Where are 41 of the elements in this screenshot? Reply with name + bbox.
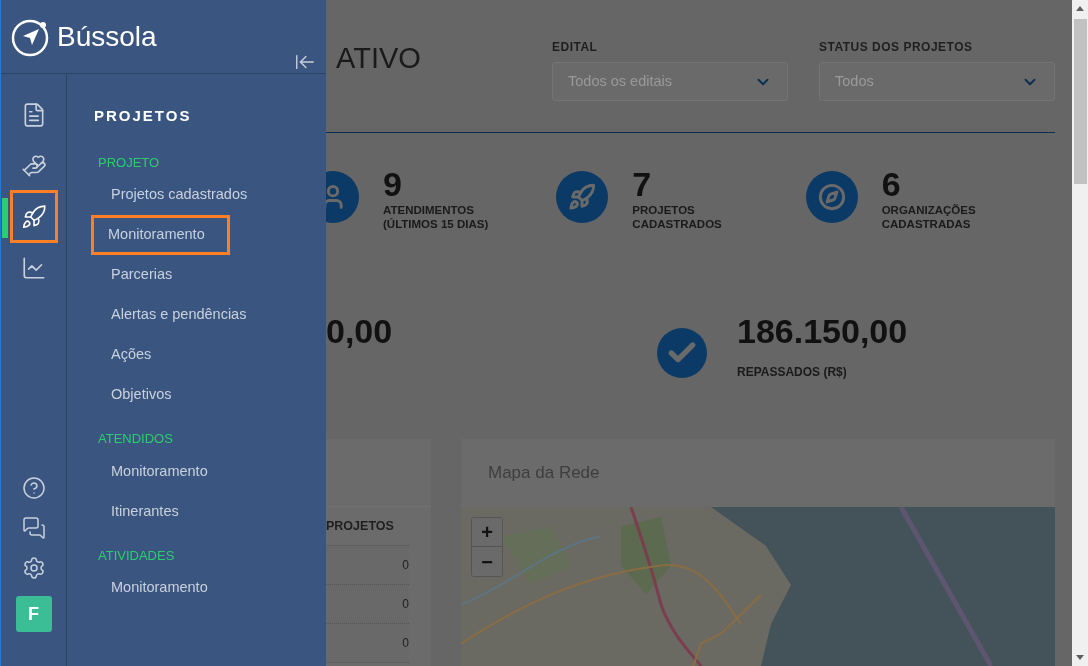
- rocket-icon: [556, 171, 609, 223]
- stat-value: 9: [383, 165, 403, 203]
- menu-section-title: PROJETO: [97, 153, 161, 172]
- chat-icon[interactable]: [21, 516, 46, 540]
- menu-item[interactable]: Ações: [94, 335, 165, 375]
- help-icon[interactable]: [21, 476, 46, 500]
- active-indicator: [2, 198, 8, 238]
- menu-section-title: ATENDIDOS: [97, 430, 174, 448]
- scroll-down-icon: [1076, 655, 1084, 660]
- menu-item[interactable]: Alertas e pendências: [94, 295, 260, 335]
- zoom-out-button[interactable]: −: [472, 547, 502, 576]
- logo-icon: [11, 17, 51, 57]
- compass-icon: [805, 171, 858, 223]
- stat-value: 6: [881, 165, 902, 203]
- settings-icon[interactable]: [21, 556, 46, 580]
- stat-label: ATENDIMENTOS (ÚLTIMOS 15 DIAS): [383, 203, 490, 231]
- menu-item[interactable]: Objetivos: [94, 375, 185, 415]
- menu-section-title: ATIVIDADES: [97, 546, 176, 565]
- filter-label: EDITAL: [552, 39, 599, 56]
- scroll-up-icon: [1076, 6, 1084, 11]
- filter-label: STATUS DOS PROJETOS: [819, 39, 974, 56]
- menu-item[interactable]: Parcerias: [94, 255, 186, 295]
- total-value: 0,00: [326, 312, 393, 350]
- scrollbar-thumb[interactable]: [1073, 19, 1087, 184]
- menu-item[interactable]: Projetos cadastrados: [94, 175, 261, 215]
- menu-title: PROJETOS: [94, 106, 193, 126]
- scrollbar[interactable]: [1072, 0, 1088, 666]
- zoom-in-button[interactable]: +: [472, 518, 502, 547]
- menu-item[interactable]: Monitoramento: [91, 215, 230, 255]
- total-label: REPASSADOS (R$): [737, 364, 848, 381]
- menu-item[interactable]: Monitoramento: [94, 451, 221, 492]
- total-value: 186.150,00: [737, 314, 908, 348]
- page-title: ATIVO: [336, 44, 421, 73]
- brand-name: Bússola: [57, 23, 157, 51]
- stat-label: PROJETOS CADASTRADOS: [632, 203, 723, 231]
- menu-item[interactable]: Itinerantes: [94, 491, 192, 532]
- stat-label: ORGANIZAÇÕES CADASTRADAS: [881, 203, 977, 231]
- stat-value: 7: [632, 165, 653, 203]
- rocket-icon[interactable]: [9, 190, 58, 243]
- check-icon: [657, 328, 707, 378]
- menu-item[interactable]: Monitoramento: [94, 568, 221, 608]
